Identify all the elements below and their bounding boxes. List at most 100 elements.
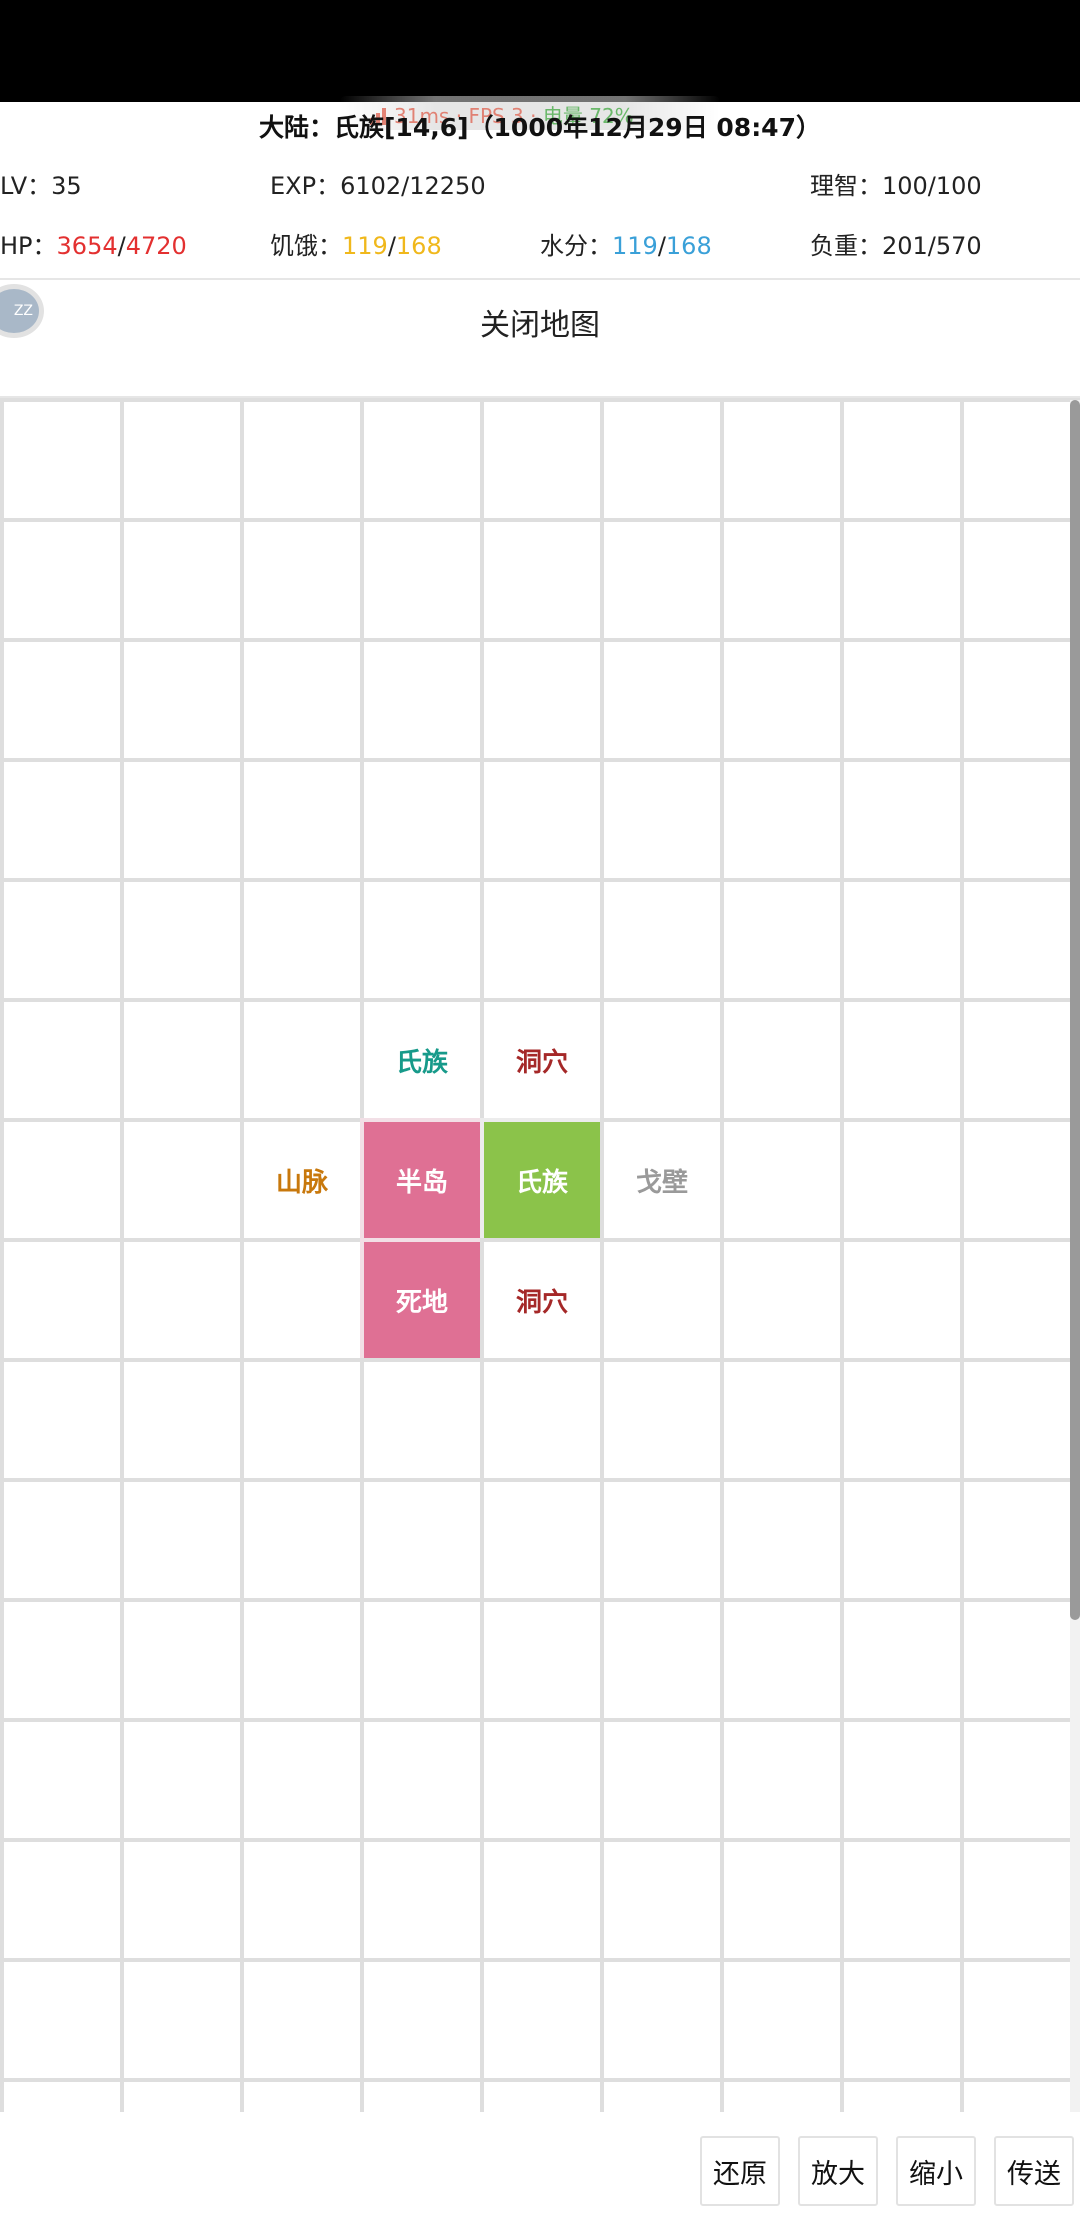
map-tile[interactable] — [960, 758, 1080, 882]
map-tile[interactable] — [720, 1598, 844, 1722]
map-tile[interactable] — [240, 1958, 364, 2082]
map-tile[interactable] — [600, 1958, 724, 2082]
map-tile-labeled[interactable]: 洞穴 — [480, 1238, 604, 1362]
map-tile[interactable] — [360, 1958, 484, 2082]
map-tile[interactable] — [960, 1958, 1080, 2082]
map-tile[interactable] — [360, 758, 484, 882]
map-tile[interactable] — [240, 518, 364, 642]
map-tile[interactable] — [840, 878, 964, 1002]
map-tile[interactable] — [120, 998, 244, 1122]
map-tile[interactable] — [840, 998, 964, 1122]
reset-button[interactable]: 还原 — [700, 2136, 780, 2206]
map-tile[interactable] — [480, 638, 604, 762]
map-tile[interactable] — [120, 1838, 244, 1962]
map-tile[interactable] — [480, 2078, 604, 2112]
map-tile[interactable] — [120, 1238, 244, 1362]
map-tile[interactable] — [360, 638, 484, 762]
map-tile[interactable] — [720, 1718, 844, 1842]
map-tile[interactable] — [840, 2078, 964, 2112]
map-tile[interactable] — [0, 2078, 124, 2112]
map-tile[interactable] — [840, 1718, 964, 1842]
map-tile[interactable] — [120, 1478, 244, 1602]
map-tile[interactable] — [960, 1238, 1080, 1362]
map-tile[interactable] — [240, 1358, 364, 1482]
teleport-button[interactable]: 传送 — [994, 2136, 1074, 2206]
map-tile[interactable] — [960, 398, 1080, 522]
map-tile[interactable] — [0, 1958, 124, 2082]
map-tile[interactable] — [600, 2078, 724, 2112]
map-tile[interactable] — [720, 638, 844, 762]
map-tile[interactable] — [480, 1478, 604, 1602]
map-tile[interactable] — [360, 1478, 484, 1602]
map-tile[interactable] — [720, 1118, 844, 1242]
scrollbar-thumb[interactable] — [1070, 400, 1080, 1620]
map-tile[interactable] — [600, 1718, 724, 1842]
map-tile[interactable] — [0, 758, 124, 882]
map-tile[interactable] — [840, 1358, 964, 1482]
map-tile[interactable] — [600, 758, 724, 882]
map-tile-labeled[interactable]: 氏族 — [360, 998, 484, 1122]
map-tile[interactable] — [120, 638, 244, 762]
map-tile[interactable] — [240, 1238, 364, 1362]
map-tile-labeled[interactable]: 氏族 — [480, 1118, 604, 1242]
map-tile[interactable] — [960, 1838, 1080, 1962]
map-tile[interactable] — [720, 398, 844, 522]
map-tile[interactable] — [480, 1838, 604, 1962]
map-tile[interactable] — [240, 1718, 364, 1842]
map-tile[interactable] — [600, 1358, 724, 1482]
map-tile[interactable] — [720, 2078, 844, 2112]
map-tile[interactable] — [360, 1358, 484, 1482]
map-tile[interactable] — [360, 1718, 484, 1842]
map-tile[interactable] — [0, 878, 124, 1002]
map-tile[interactable] — [840, 638, 964, 762]
map-tile[interactable] — [240, 878, 364, 1002]
map-tile[interactable] — [240, 1598, 364, 1722]
map-tile[interactable] — [600, 878, 724, 1002]
map-tile[interactable] — [960, 1358, 1080, 1482]
map-tile[interactable] — [840, 758, 964, 882]
map-tile[interactable] — [960, 2078, 1080, 2112]
map-tile[interactable] — [840, 1958, 964, 2082]
map-tile[interactable] — [960, 878, 1080, 1002]
map-tile[interactable] — [480, 1958, 604, 2082]
map-tile[interactable] — [120, 1598, 244, 1722]
map-tile[interactable] — [720, 878, 844, 1002]
map-tile-labeled[interactable]: 洞穴 — [480, 998, 604, 1122]
map-tile[interactable] — [120, 1358, 244, 1482]
map-tile[interactable] — [720, 1238, 844, 1362]
map-tile[interactable] — [240, 2078, 364, 2112]
map-tile[interactable] — [960, 518, 1080, 642]
map-tile[interactable] — [600, 1598, 724, 1722]
map-tile[interactable] — [480, 518, 604, 642]
map-tile[interactable] — [0, 1358, 124, 1482]
map-tile[interactable] — [960, 1598, 1080, 1722]
map-tile[interactable] — [360, 1598, 484, 1722]
map-tile-labeled[interactable]: 戈壁 — [600, 1118, 724, 1242]
map-tile[interactable] — [600, 518, 724, 642]
map-tile[interactable] — [960, 638, 1080, 762]
map-tile[interactable] — [840, 1118, 964, 1242]
map-tile[interactable] — [840, 518, 964, 642]
map-tile[interactable] — [0, 1838, 124, 1962]
map-tile[interactable] — [840, 398, 964, 522]
map-tile[interactable] — [480, 398, 604, 522]
map-tile[interactable] — [720, 758, 844, 882]
map-tile[interactable] — [360, 878, 484, 1002]
map-tile[interactable] — [360, 1838, 484, 1962]
map-tile[interactable] — [240, 1838, 364, 1962]
map-tile[interactable] — [840, 1598, 964, 1722]
map-tile[interactable] — [0, 518, 124, 642]
map-tile[interactable] — [0, 1718, 124, 1842]
map-tile[interactable] — [0, 638, 124, 762]
map-tile[interactable] — [960, 1118, 1080, 1242]
map-tile[interactable] — [480, 1358, 604, 1482]
map-tile[interactable] — [240, 1478, 364, 1602]
zoom-out-button[interactable]: 缩小 — [896, 2136, 976, 2206]
map-tile[interactable] — [0, 1478, 124, 1602]
map-tile[interactable] — [600, 398, 724, 522]
map-tile[interactable] — [120, 878, 244, 1002]
map-tile[interactable] — [480, 1598, 604, 1722]
map-tile[interactable] — [840, 1838, 964, 1962]
map-tile[interactable] — [600, 1238, 724, 1362]
map-tile[interactable] — [0, 998, 124, 1122]
